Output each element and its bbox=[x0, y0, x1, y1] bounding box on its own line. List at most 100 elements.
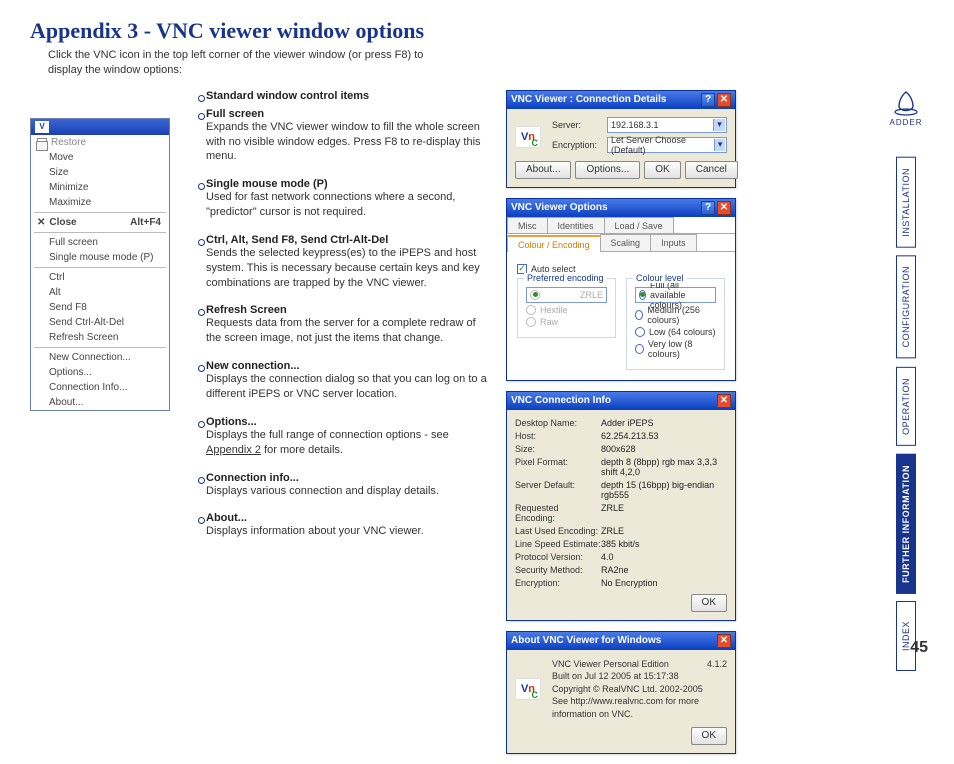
menu-about[interactable]: About... bbox=[31, 395, 169, 410]
menu-options[interactable]: Options... bbox=[31, 365, 169, 380]
menu-maximize[interactable]: Maximize bbox=[31, 195, 169, 210]
nav-further-info[interactable]: FURTHER INFORMATION bbox=[896, 454, 916, 594]
dlg-conn-info: VNC Connection Info ✕ Desktop Name:Adder … bbox=[506, 391, 736, 621]
desc-conninfo-title: Connection info... bbox=[206, 472, 488, 484]
server-value: 192.168.3.1 bbox=[611, 120, 659, 130]
tab-identities[interactable]: Identities bbox=[547, 217, 605, 233]
dlg-conn-details: VNC Viewer : Connection Details?✕ VnC Se… bbox=[506, 90, 736, 188]
info-key: Server Default: bbox=[515, 480, 601, 500]
info-key: Size: bbox=[515, 444, 601, 454]
ok-button[interactable]: OK bbox=[691, 594, 727, 612]
close-icon[interactable]: ✕ bbox=[717, 394, 731, 408]
menu-fullscreen[interactable]: Full screen bbox=[31, 235, 169, 250]
desc-keys-body: Sends the selected keypress(es) to the i… bbox=[206, 246, 488, 291]
close-icon: ✕ bbox=[37, 217, 45, 228]
desc-conninfo-body: Displays various connection and display … bbox=[206, 484, 488, 499]
menu-move[interactable]: Move bbox=[31, 150, 169, 165]
menu-refresh[interactable]: Refresh Screen bbox=[31, 330, 169, 345]
close-icon[interactable]: ✕ bbox=[717, 634, 731, 648]
menu-sendf8[interactable]: Send F8 bbox=[31, 300, 169, 315]
desc-single: Single mouse mode (P)Used for fast netwo… bbox=[198, 178, 488, 220]
context-menu-column: V Restore Move Size Minimize Maximize ✕ C… bbox=[30, 90, 180, 764]
help-icon[interactable]: ? bbox=[701, 93, 715, 107]
close-icon[interactable]: ✕ bbox=[717, 201, 731, 215]
desc-refresh-title: Refresh Screen bbox=[206, 304, 488, 316]
desc-single-title: Single mouse mode (P) bbox=[206, 178, 488, 190]
vnc-mini-icon: V bbox=[35, 121, 49, 133]
tab-inputs[interactable]: Inputs bbox=[650, 234, 697, 251]
close-icon[interactable]: ✕ bbox=[717, 93, 731, 107]
info-value: depth 15 (16bpp) big-endian rgb555 bbox=[601, 480, 727, 500]
colour-level-label: Colour level bbox=[633, 273, 687, 283]
info-value: ZRLE bbox=[601, 526, 727, 536]
menu-close[interactable]: ✕ Close Alt+F4 bbox=[31, 215, 169, 230]
info-value: 4.0 bbox=[601, 552, 727, 562]
dlg2-title: VNC Viewer Options bbox=[511, 202, 608, 213]
about-version: 4.1.2 bbox=[707, 658, 727, 671]
desc-fullscreen-title: Full screen bbox=[206, 108, 488, 120]
desc-newconn-title: New connection... bbox=[206, 360, 488, 372]
info-key: Desktop Name: bbox=[515, 418, 601, 428]
nav-installation[interactable]: INSTALLATION bbox=[896, 157, 916, 248]
tab-load[interactable]: Load / Save bbox=[604, 217, 674, 233]
menu-close-shortcut: Alt+F4 bbox=[130, 217, 161, 228]
info-key: Encryption: bbox=[515, 578, 601, 588]
info-key: Line Speed Estimate: bbox=[515, 539, 601, 549]
radio-full[interactable]: Full (all available colours) bbox=[635, 287, 716, 303]
menu-close-label: Close bbox=[49, 217, 76, 228]
appendix2-link[interactable]: Appendix 2 bbox=[206, 444, 261, 456]
menu-alt[interactable]: Alt bbox=[31, 285, 169, 300]
info-value: No Encryption bbox=[601, 578, 727, 588]
tab-misc[interactable]: Misc bbox=[507, 217, 548, 233]
chevron-down-icon: ▾ bbox=[713, 119, 725, 131]
right-nav-column: ADDER INSTALLATION CONFIGURATION OPERATI… bbox=[882, 90, 930, 764]
enc-select[interactable]: Let Server Choose (Default)▾ bbox=[607, 137, 727, 153]
nav-index[interactable]: INDEX bbox=[896, 601, 916, 671]
dlg3-title: VNC Connection Info bbox=[511, 395, 611, 406]
desc-keys-title: Ctrl, Alt, Send F8, Send Ctrl-Alt-Del bbox=[206, 234, 488, 246]
ok-button[interactable]: OK bbox=[644, 161, 680, 179]
radio-vlow[interactable]: Very low (8 colours) bbox=[635, 339, 716, 359]
menu-size[interactable]: Size bbox=[31, 165, 169, 180]
enc-label: Encryption: bbox=[552, 140, 602, 150]
nav-operation[interactable]: OPERATION bbox=[896, 367, 916, 446]
menu-ctrl[interactable]: Ctrl bbox=[31, 270, 169, 285]
menu-restore[interactable]: Restore bbox=[31, 135, 169, 150]
radio-zrle[interactable]: ZRLE bbox=[526, 287, 607, 303]
radio-low[interactable]: Low (64 colours) bbox=[635, 327, 716, 337]
conn-info-table: Desktop Name:Adder iPEPSHost:62.254.213.… bbox=[515, 418, 727, 588]
info-value: 800x628 bbox=[601, 444, 727, 454]
menu-single-mouse[interactable]: Single mouse mode (P) bbox=[31, 250, 169, 265]
about-button[interactable]: About... bbox=[515, 161, 571, 179]
menu-conninfo[interactable]: Connection Info... bbox=[31, 380, 169, 395]
server-select[interactable]: 192.168.3.1 ▾ bbox=[607, 117, 727, 133]
radio-raw[interactable]: Raw bbox=[526, 317, 607, 327]
radio-med[interactable]: Medium (256 colours) bbox=[635, 305, 716, 325]
menu-newconn[interactable]: New Connection... bbox=[31, 350, 169, 365]
cancel-button[interactable]: Cancel bbox=[685, 161, 738, 179]
help-icon[interactable]: ? bbox=[701, 201, 715, 215]
tab-colour[interactable]: Colour / Encoding bbox=[507, 235, 601, 252]
desc-conninfo: Connection info...Displays various conne… bbox=[198, 472, 488, 499]
nav-configuration[interactable]: CONFIGURATION bbox=[896, 255, 916, 358]
menu-minimize[interactable]: Minimize bbox=[31, 180, 169, 195]
adder-logo: ADDER bbox=[889, 90, 922, 127]
desc-std: Standard window control items bbox=[198, 90, 488, 102]
page-number: 45 bbox=[910, 639, 928, 657]
desc-fullscreen: Full screenExpands the VNC viewer window… bbox=[198, 108, 488, 165]
info-key: Host: bbox=[515, 431, 601, 441]
dialogs-column: VNC Viewer : Connection Details?✕ VnC Se… bbox=[506, 90, 736, 764]
info-key: Pixel Format: bbox=[515, 457, 601, 477]
radio-hextile[interactable]: Hextile bbox=[526, 305, 607, 315]
menu-sendcad[interactable]: Send Ctrl-Alt-Del bbox=[31, 315, 169, 330]
desc-options-title: Options... bbox=[206, 416, 488, 428]
info-value: RA2ne bbox=[601, 565, 727, 575]
ok-button[interactable]: OK bbox=[691, 727, 727, 745]
adder-label: ADDER bbox=[889, 118, 922, 127]
info-key: Last Used Encoding: bbox=[515, 526, 601, 536]
dlg1-title: VNC Viewer : Connection Details bbox=[511, 94, 666, 105]
vnc-context-menu: V Restore Move Size Minimize Maximize ✕ C… bbox=[30, 118, 170, 411]
options-button[interactable]: Options... bbox=[575, 161, 640, 179]
info-value: depth 8 (8bpp) rgb max 3,3,3 shift 4,2,0 bbox=[601, 457, 727, 477]
tab-scaling[interactable]: Scaling bbox=[600, 234, 652, 251]
